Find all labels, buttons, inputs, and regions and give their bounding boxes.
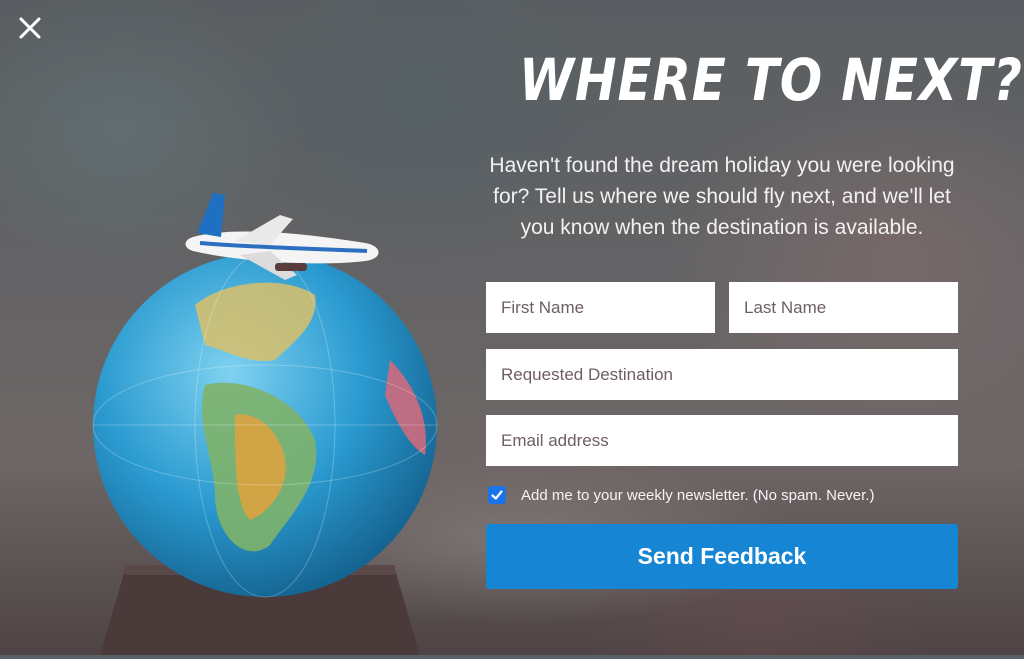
email-row xyxy=(486,415,958,466)
newsletter-label[interactable]: Add me to your weekly newsletter. (No sp… xyxy=(521,487,874,504)
first-name-input[interactable] xyxy=(486,282,715,333)
destination-input[interactable] xyxy=(486,349,958,400)
globe-illustration xyxy=(85,185,455,655)
name-row xyxy=(486,282,958,333)
feedback-form: Add me to your weekly newsletter. (No sp… xyxy=(486,282,958,589)
last-name-input[interactable] xyxy=(729,282,958,333)
newsletter-checkbox[interactable] xyxy=(488,486,506,504)
intro-text: Haven't found the dream holiday you were… xyxy=(489,154,955,239)
newsletter-row: Add me to your weekly newsletter. (No sp… xyxy=(486,484,958,506)
destination-row xyxy=(486,349,958,400)
email-input[interactable] xyxy=(486,415,958,466)
headline: WHERE TO NEXT? xyxy=(519,46,1023,114)
send-feedback-button[interactable]: Send Feedback xyxy=(486,524,958,589)
feedback-panel: WHERE TO NEXT? Haven't found the dream h… xyxy=(486,40,1023,589)
close-icon[interactable] xyxy=(14,12,46,44)
checkmark-icon xyxy=(491,490,503,500)
